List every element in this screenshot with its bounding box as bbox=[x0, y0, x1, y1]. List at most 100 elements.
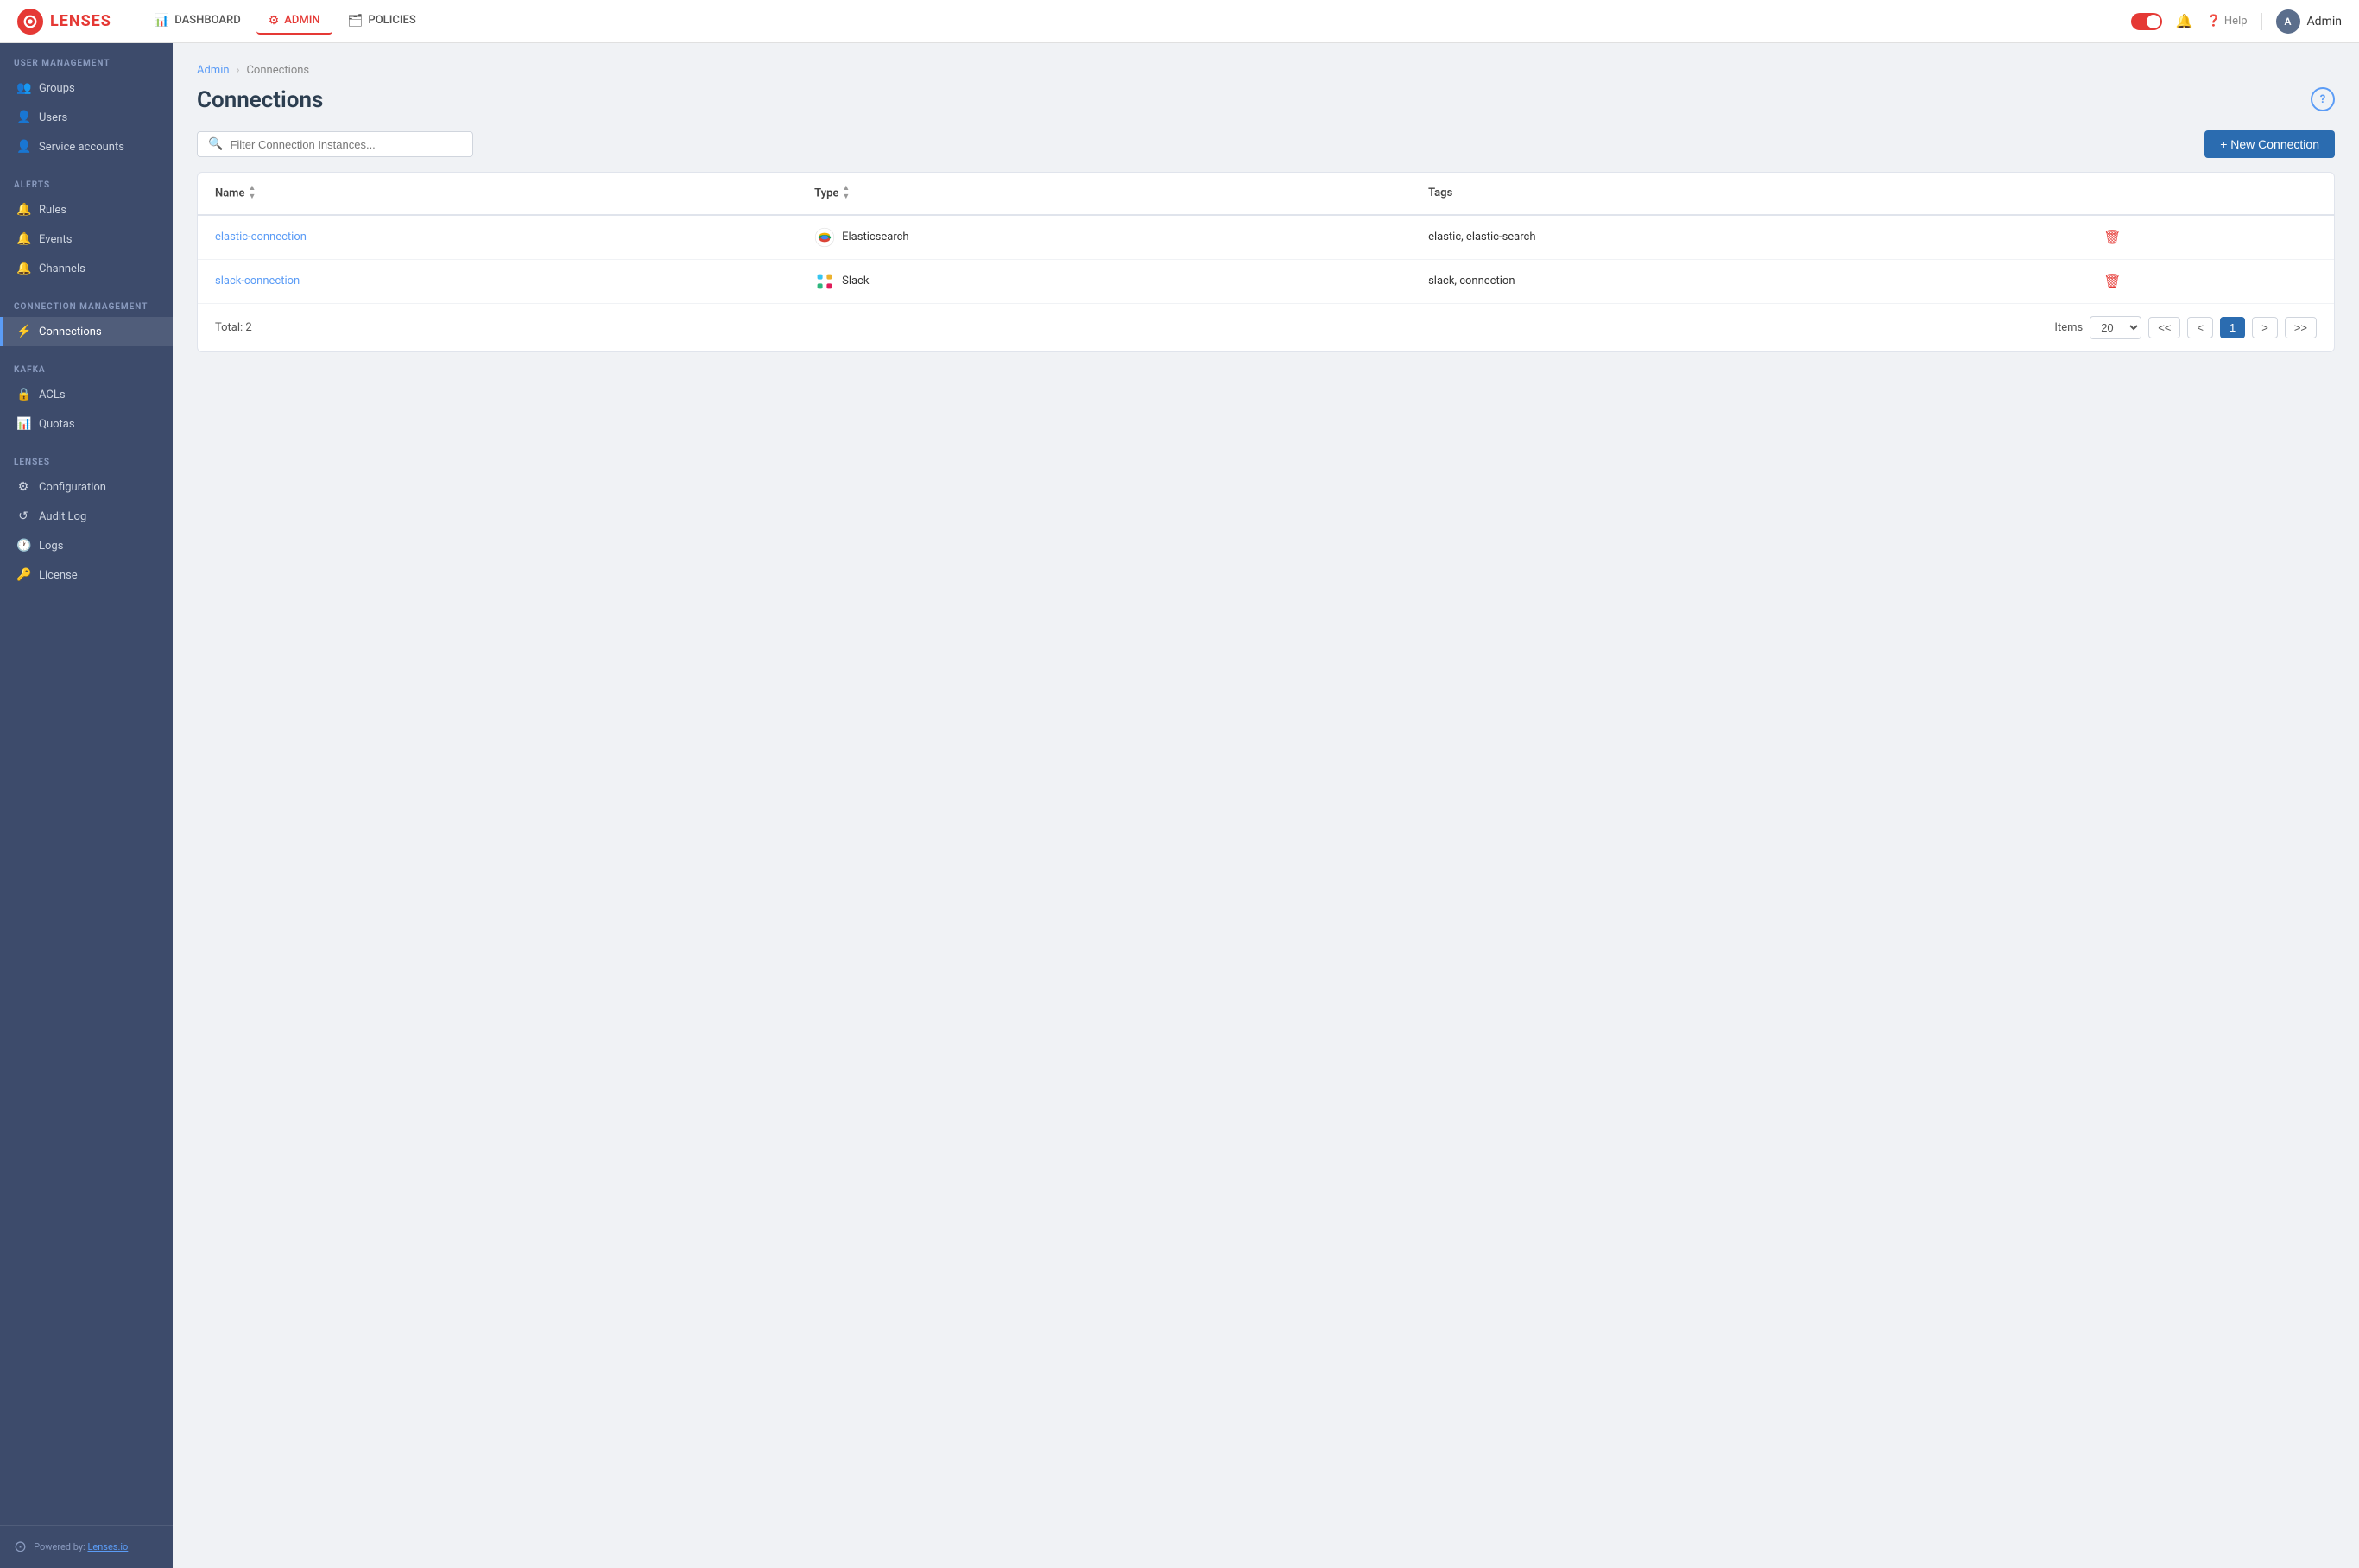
row-name-slack-connection: slack-connection bbox=[198, 259, 797, 303]
nav-item-admin[interactable]: ⚙ADMIN bbox=[256, 9, 332, 35]
total-label: Total: 2 bbox=[215, 321, 252, 334]
type-label-elastic-connection: Elasticsearch bbox=[842, 231, 908, 243]
items-per-page-select[interactable]: 102050100 bbox=[2090, 316, 2141, 339]
table-body: elastic-connection Elasticsearchelastic,… bbox=[198, 215, 2334, 303]
sidebar-section-user-management: USER MANAGEMENT 👥 Groups 👤Users 👤 Service acc… bbox=[0, 43, 173, 165]
sidebar-section-connection-management: CONNECTION MANAGEMENT ⚡ Connections bbox=[0, 287, 173, 350]
pagination-row: Total: 2 Items 102050100 << < 1 > >> bbox=[198, 303, 2334, 351]
events-sidebar-icon: 🔔 bbox=[16, 232, 30, 246]
pagination-right: Items 102050100 << < 1 > >> bbox=[2054, 316, 2317, 339]
sidebar: USER MANAGEMENT 👥 Groups 👤Users 👤 Service acc… bbox=[0, 43, 173, 1568]
search-box: 🔍 bbox=[197, 131, 473, 157]
logo-icon bbox=[17, 9, 43, 35]
first-page-button[interactable]: << bbox=[2148, 317, 2180, 338]
service-accounts-sidebar-icon: 👤 bbox=[16, 140, 30, 154]
help-circle-icon: ❓ bbox=[2207, 15, 2221, 28]
sidebar-section-title-alerts: ALERTS bbox=[0, 180, 173, 195]
row-delete-elastic-connection: 🗑 bbox=[2086, 215, 2334, 260]
sidebar-item-users[interactable]: 👤Users bbox=[0, 103, 173, 132]
type-label-slack-connection: Slack bbox=[842, 275, 869, 288]
sidebar-item-label-groups: Groups bbox=[39, 82, 75, 95]
table-row: elastic-connection Elasticsearchelastic,… bbox=[198, 215, 2334, 260]
sidebar-item-channels[interactable]: 🔔 Channels bbox=[0, 254, 173, 283]
search-icon: 🔍 bbox=[208, 137, 223, 151]
breadcrumb: Admin › Connections bbox=[197, 64, 2335, 77]
col-header-type[interactable]: Type▲▼ bbox=[797, 173, 1411, 215]
connections-card: Name▲▼Type▲▼Tags elastic-connection Elas… bbox=[197, 172, 2335, 352]
connections-table: Name▲▼Type▲▼Tags elastic-connection Elas… bbox=[198, 173, 2334, 303]
toolbar: 🔍 + New Connection bbox=[197, 130, 2335, 158]
page-title: Connections bbox=[197, 87, 323, 113]
sidebar-section-lenses: LENSES ⚙ Configuration ↺Audit Log🕐Logs🔑Lice… bbox=[0, 442, 173, 593]
rules-sidebar-icon: 🔔 bbox=[16, 203, 30, 217]
page-help-icon[interactable]: ? bbox=[2311, 87, 2335, 111]
quotas-sidebar-icon: 📊 bbox=[16, 417, 30, 431]
row-type-slack-connection: Slack bbox=[797, 259, 1411, 303]
search-input[interactable] bbox=[230, 138, 462, 151]
delete-button-slack-connection[interactable]: 🗑 bbox=[2103, 273, 2121, 290]
sidebar-item-audit-log[interactable]: ↺Audit Log bbox=[0, 502, 173, 531]
sidebar-item-connections[interactable]: ⚡ Connections bbox=[0, 317, 173, 346]
logs-sidebar-icon: 🕐 bbox=[16, 539, 30, 553]
sidebar-item-groups[interactable]: 👥 Groups bbox=[0, 73, 173, 103]
logo-area[interactable]: LENSES bbox=[17, 9, 111, 35]
dashboard-nav-icon: 📊 bbox=[155, 14, 169, 28]
sidebar-item-events[interactable]: 🔔 Events bbox=[0, 224, 173, 254]
acls-sidebar-icon: 🔒 bbox=[16, 388, 30, 401]
last-page-button[interactable]: >> bbox=[2285, 317, 2317, 338]
col-header-name[interactable]: Name▲▼ bbox=[198, 173, 797, 215]
sidebar-section-title-lenses: LENSES bbox=[0, 458, 173, 472]
channels-sidebar-icon: 🔔 bbox=[16, 262, 30, 275]
connection-link-slack-connection[interactable]: slack-connection bbox=[215, 275, 300, 288]
nav-item-dashboard[interactable]: 📊DASHBOARD bbox=[142, 9, 253, 35]
row-tags-slack-connection: slack, connection bbox=[1411, 259, 2086, 303]
lenses-io-link[interactable]: Lenses.io bbox=[87, 1541, 128, 1552]
logo-text: LENSES bbox=[50, 12, 111, 30]
breadcrumb-parent[interactable]: Admin bbox=[197, 64, 230, 77]
sidebar-item-logs[interactable]: 🕐Logs bbox=[0, 531, 173, 560]
sidebar-item-label-channels: Channels bbox=[39, 262, 85, 275]
sidebar-item-label-audit-log: Audit Log bbox=[39, 510, 86, 523]
sidebar-section-alerts: ALERTS🔔Rules🔔Events🔔Channels bbox=[0, 165, 173, 287]
policies-nav-icon: 🗂 bbox=[348, 14, 364, 28]
current-page-button[interactable]: 1 bbox=[2220, 317, 2245, 338]
sidebar-section-title-user-management: USER MANAGEMENT bbox=[0, 59, 173, 73]
sidebar-item-label-quotas: Quotas bbox=[39, 418, 75, 431]
sidebar-section-title-connection-management: CONNECTION MANAGEMENT bbox=[0, 302, 173, 317]
prev-page-button[interactable]: < bbox=[2187, 317, 2213, 338]
sidebar-item-license[interactable]: 🔑License bbox=[0, 560, 173, 590]
row-delete-slack-connection: 🗑 bbox=[2086, 259, 2334, 303]
sidebar-item-configuration[interactable]: ⚙ Configuration bbox=[0, 472, 173, 502]
connections-sidebar-icon: ⚡ bbox=[16, 325, 30, 338]
sidebar-item-label-connections: Connections bbox=[39, 326, 102, 338]
elasticsearch-icon bbox=[814, 227, 835, 248]
groups-sidebar-icon: 👥 bbox=[16, 81, 30, 95]
sidebar-item-rules[interactable]: 🔔Rules bbox=[0, 195, 173, 224]
configuration-sidebar-icon: ⚙ bbox=[16, 480, 30, 494]
license-sidebar-icon: 🔑 bbox=[16, 568, 30, 582]
sidebar-item-label-events: Events bbox=[39, 233, 72, 246]
help-button[interactable]: ❓ Help bbox=[2207, 15, 2248, 28]
table-row: slack-connection Slack slack, connection 🗑 bbox=[198, 259, 2334, 303]
nav-right: 🔔 ❓ Help A Admin bbox=[2131, 9, 2342, 34]
breadcrumb-separator: › bbox=[237, 64, 240, 77]
bell-icon[interactable]: 🔔 bbox=[2176, 13, 2193, 29]
new-connection-button[interactable]: + New Connection bbox=[2204, 130, 2335, 158]
next-page-button[interactable]: > bbox=[2252, 317, 2278, 338]
connection-link-elastic-connection[interactable]: elastic-connection bbox=[215, 231, 307, 243]
sidebar-item-acls[interactable]: 🔒ACLs bbox=[0, 380, 173, 409]
nav-item-policies[interactable]: 🗂POLICIES bbox=[336, 9, 428, 35]
col-header-tags: Tags bbox=[1411, 173, 2086, 215]
theme-toggle[interactable] bbox=[2131, 13, 2162, 30]
sidebar-item-label-configuration: Configuration bbox=[39, 481, 106, 494]
sidebar-item-service-accounts[interactable]: 👤 Service accounts bbox=[0, 132, 173, 161]
sidebar-item-label-service-accounts: Service accounts bbox=[39, 141, 124, 154]
sidebar-item-quotas[interactable]: 📊 Quotas bbox=[0, 409, 173, 439]
user-avatar: A bbox=[2276, 9, 2300, 34]
user-label: Admin bbox=[2307, 15, 2342, 28]
user-menu[interactable]: A Admin bbox=[2276, 9, 2342, 34]
row-name-elastic-connection: elastic-connection bbox=[198, 215, 797, 260]
admin-nav-icon: ⚙ bbox=[269, 14, 280, 28]
delete-button-elastic-connection[interactable]: 🗑 bbox=[2103, 229, 2121, 246]
sidebar-section-kafka: KAFKA🔒ACLs📊Quotas bbox=[0, 350, 173, 442]
